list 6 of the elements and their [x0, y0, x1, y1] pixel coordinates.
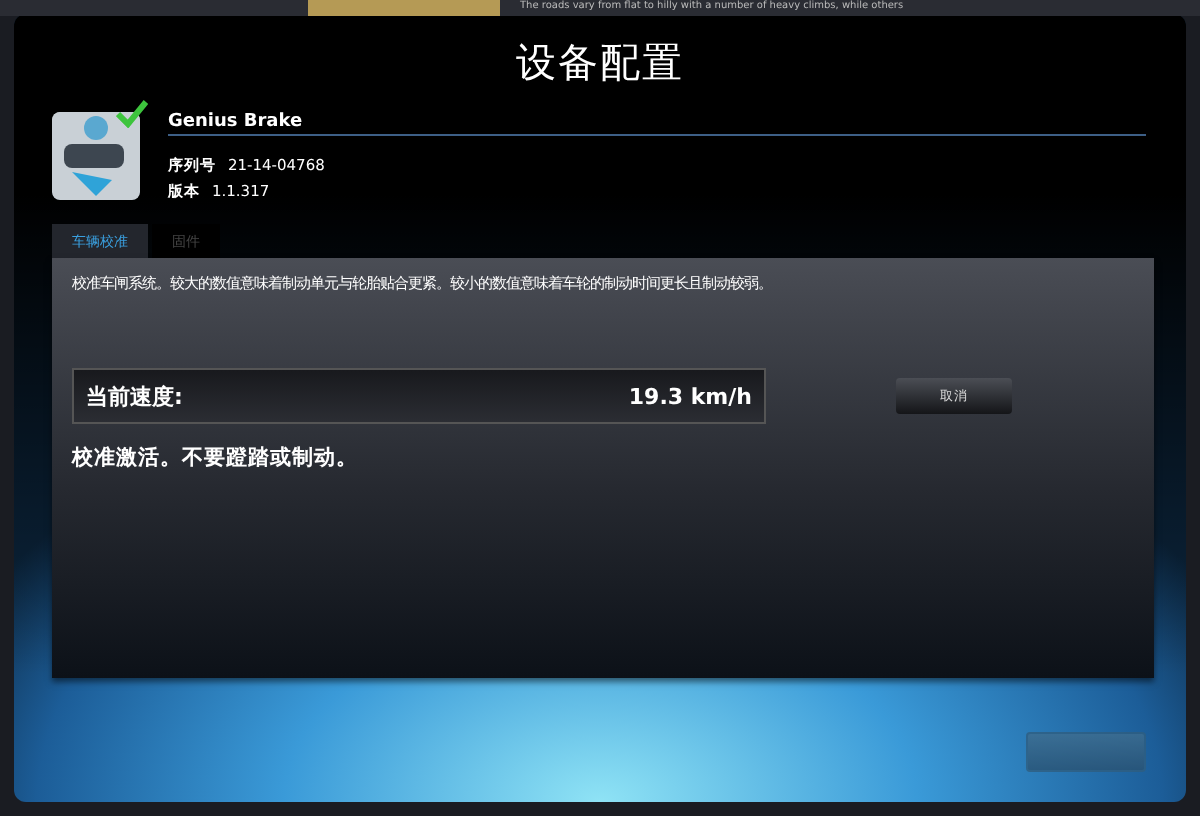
device-name: Genius Brake [168, 112, 305, 132]
speed-label: 当前速度: [86, 381, 183, 411]
device-icon [52, 112, 140, 200]
window-title: 设备配置 [514, 36, 686, 90]
status-message: 校准激活。不要蹬踏或制动。 [72, 444, 360, 472]
speed-value: 19.3 km/h [628, 383, 752, 409]
